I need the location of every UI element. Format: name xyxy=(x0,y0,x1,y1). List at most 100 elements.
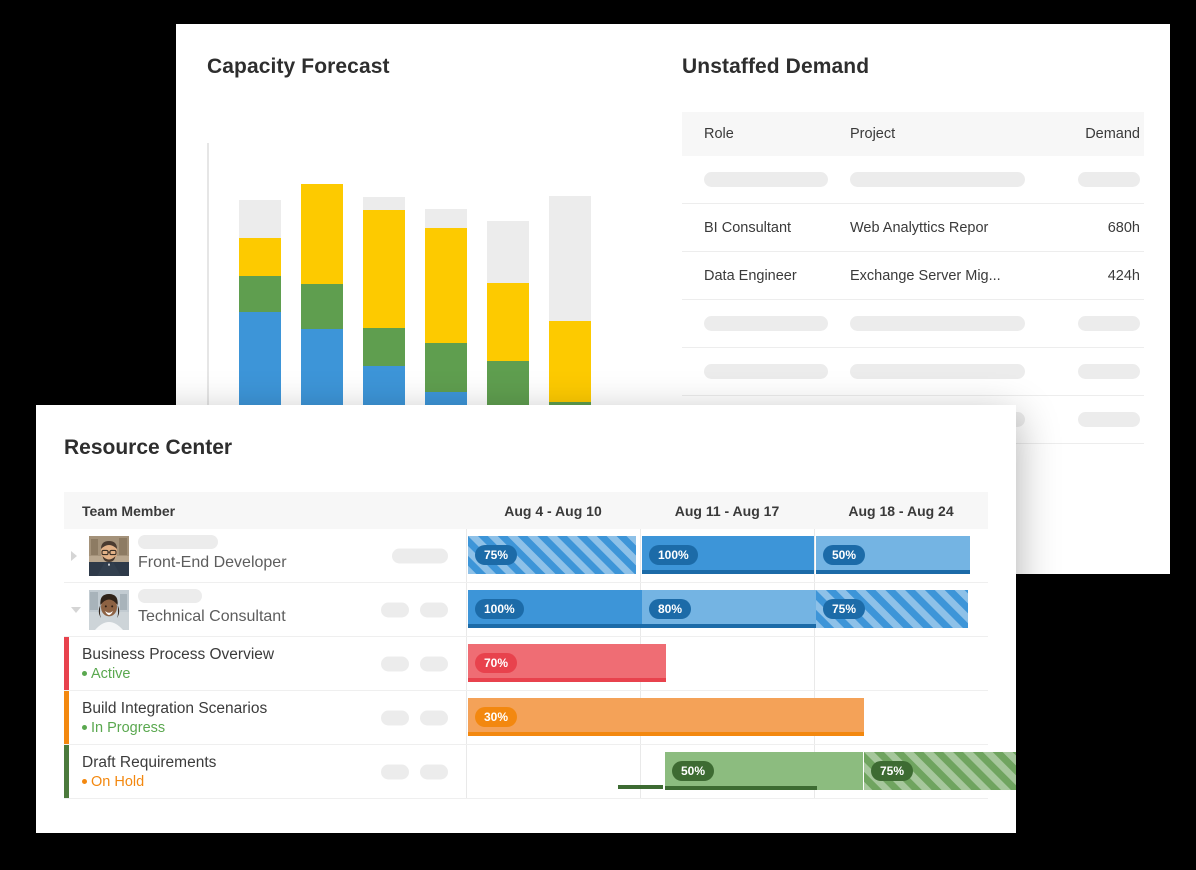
task-accent-bar xyxy=(64,745,69,798)
row-left-cell: Build Integration Scenarios In Progress xyxy=(64,691,466,744)
resource-row[interactable]: Front-End Developer 75% 100% 50% xyxy=(64,529,988,583)
skeleton-role xyxy=(704,316,828,331)
chevron-down-icon[interactable] xyxy=(71,606,81,613)
table-row[interactable] xyxy=(682,348,1144,396)
status-badge: Active xyxy=(82,665,274,684)
chart-bar-segment xyxy=(487,221,529,283)
resource-table-header: Team Member Aug 4 - Aug 10 Aug 11 - Aug … xyxy=(64,492,988,529)
allocation-percent-badge: 100% xyxy=(649,545,698,565)
task-bar[interactable]: 75% xyxy=(864,752,1016,790)
chart-bar-segment xyxy=(301,184,343,284)
unstaffed-demand-title: Unstaffed Demand xyxy=(682,55,870,78)
chart-bar xyxy=(549,196,591,423)
chart-bar-segment xyxy=(239,238,281,276)
skeleton-project xyxy=(850,364,1025,379)
cell-demand: 680h xyxy=(1107,219,1140,236)
chart-bar xyxy=(301,184,343,423)
resource-row[interactable]: Technical Consultant 100% 80% 75% xyxy=(64,583,988,637)
skeleton-demand xyxy=(1078,412,1140,427)
allocation-underline xyxy=(642,570,814,574)
chart-bar xyxy=(363,197,405,423)
cell-demand: 424h xyxy=(1107,267,1140,284)
skeleton-demand xyxy=(1078,316,1140,331)
allocation-bar[interactable]: 100% xyxy=(468,590,668,628)
task-bar[interactable]: 70% xyxy=(468,644,666,682)
table-row[interactable]: Data Engineer Exchange Server Mig... 424h xyxy=(682,252,1144,300)
allocation-percent-badge: 100% xyxy=(475,599,524,619)
chart-bar-segment xyxy=(239,276,281,312)
skeleton-role xyxy=(704,172,828,187)
allocation-percent-badge: 50% xyxy=(823,545,866,565)
chart-bar xyxy=(425,209,467,423)
task-row[interactable]: Business Process Overview Active 70% xyxy=(64,637,988,691)
row-left-cell: Technical Consultant xyxy=(64,583,466,636)
skeleton-pill xyxy=(420,602,448,617)
task-progress-underline xyxy=(665,786,817,790)
row-action-placeholders xyxy=(392,548,448,563)
allocation-bar[interactable]: 100% xyxy=(642,536,814,574)
task-percent-badge: 75% xyxy=(871,761,914,781)
skeleton-pill xyxy=(392,548,448,563)
chart-bar-segment xyxy=(487,283,529,361)
column-header-week-2: Aug 11 - Aug 17 xyxy=(674,502,780,519)
task-bar[interactable]: 50% xyxy=(665,752,863,790)
skeleton-pill xyxy=(381,764,409,779)
status-badge: In Progress xyxy=(82,719,267,738)
allocation-underline xyxy=(468,624,668,628)
task-lead-line xyxy=(618,785,663,789)
table-row[interactable]: BI Consultant Web Analyttics Repor 680h xyxy=(682,204,1144,252)
timeline-grid-line xyxy=(466,745,467,798)
task-percent-badge: 30% xyxy=(475,707,518,727)
chart-bar-segment xyxy=(363,197,405,210)
status-dot-icon xyxy=(82,724,87,730)
unstaffed-demand-table: Role Project Demand BI Consultant Web Ana… xyxy=(682,112,1144,444)
cell-role: BI Consultant xyxy=(704,219,792,236)
allocation-bar[interactable]: 75% xyxy=(816,590,968,628)
status-dot-icon xyxy=(82,670,87,676)
skeleton-member-name xyxy=(138,535,218,549)
chart-bar-segment xyxy=(425,209,467,228)
skeleton-pill xyxy=(420,656,448,671)
task-row[interactable]: Build Integration Scenarios In Progress 30… xyxy=(64,691,988,745)
avatar-female-smiling xyxy=(89,590,129,630)
skeleton-pill xyxy=(420,710,448,725)
task-accent-bar xyxy=(64,691,69,744)
skeleton-pill xyxy=(381,710,409,725)
task-progress-underline xyxy=(468,732,864,736)
table-row[interactable] xyxy=(682,300,1144,348)
task-info: Business Process Overview Active xyxy=(82,645,274,684)
timeline-grid-line xyxy=(466,637,467,690)
allocation-bar[interactable]: 80% xyxy=(642,590,818,628)
allocation-underline xyxy=(642,624,818,628)
status-badge: On Hold xyxy=(82,773,216,792)
chevron-right-icon[interactable] xyxy=(71,550,77,561)
column-header-role: Role xyxy=(704,126,734,142)
skeleton-pill xyxy=(420,764,448,779)
chart-bar-segment xyxy=(301,284,343,329)
avatar-male-glasses xyxy=(89,536,129,576)
member-role-label: Technical Consultant xyxy=(138,608,286,625)
task-bar[interactable]: 30% xyxy=(468,698,864,736)
chart-bar-segment xyxy=(239,200,281,238)
task-name-label: Draft Requirements xyxy=(82,754,217,771)
task-percent-badge: 50% xyxy=(672,761,715,781)
column-header-week-3: Aug 18 - Aug 24 xyxy=(848,502,954,519)
task-row[interactable]: Draft Requirements On Hold 50% 75% xyxy=(64,745,1016,799)
allocation-bar[interactable]: 75% xyxy=(468,536,636,574)
skeleton-demand xyxy=(1078,364,1140,379)
chart-plot-area xyxy=(239,159,627,423)
row-action-placeholders xyxy=(381,602,448,617)
status-dot-icon xyxy=(82,778,87,784)
allocation-bar[interactable]: 50% xyxy=(816,536,970,574)
capacity-forecast-chart xyxy=(207,143,627,423)
resource-center-table: Team Member Aug 4 - Aug 10 Aug 11 - Aug … xyxy=(64,492,1016,799)
chart-bar xyxy=(487,221,529,423)
timeline-track: 75% 100% 50% xyxy=(466,529,988,582)
timeline-grid-line xyxy=(466,583,467,636)
table-row[interactable] xyxy=(682,156,1144,204)
timeline-grid-line xyxy=(640,745,641,798)
task-name-label: Business Process Overview xyxy=(82,646,275,663)
timeline-grid-line xyxy=(640,529,641,582)
chart-bar xyxy=(239,200,281,423)
skeleton-project xyxy=(850,172,1025,187)
